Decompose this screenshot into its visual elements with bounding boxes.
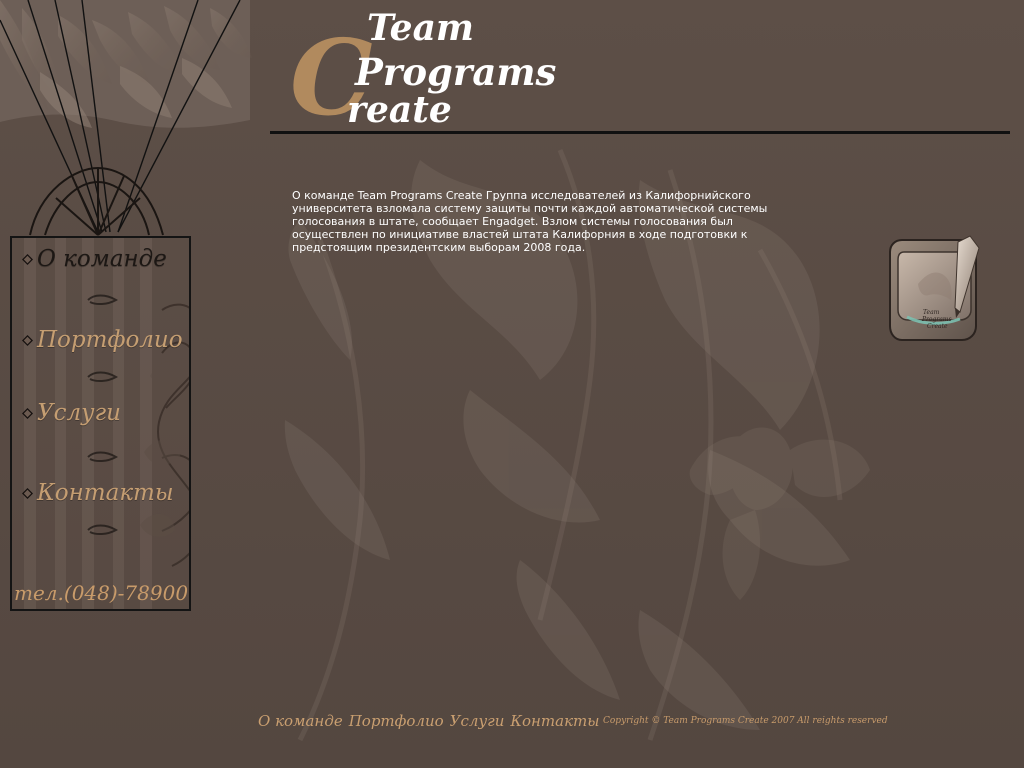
diamond-bullet-icon <box>22 488 33 499</box>
logo-team-text: Team <box>367 7 474 49</box>
sidebar-item-label: Контакты <box>37 480 174 506</box>
header-divider <box>270 131 1010 134</box>
phone-number: тел.(048)-7890000 <box>14 581 189 605</box>
footer-link-portfolio[interactable]: Портфолио <box>349 712 444 730</box>
sidebar-item-label: О команде <box>37 246 167 272</box>
menu-divider-icon <box>87 524 118 536</box>
logo-programs-text: Programs <box>355 50 557 94</box>
sidebar-item-label: Портфолио <box>37 327 183 353</box>
menu-divider-icon <box>87 294 118 306</box>
svg-text:Team: Team <box>923 309 940 316</box>
footer-link-services[interactable]: Услуги <box>450 712 505 730</box>
menu-divider-icon <box>87 371 118 383</box>
diamond-bullet-icon <box>22 408 33 419</box>
sidebar-item-about[interactable]: О команде <box>22 248 167 271</box>
copyright-text: Copyright © Team Programs Create 2007 Al… <box>603 716 888 726</box>
tablet-icon: Team Programs Create <box>889 235 980 341</box>
page: C Team Programs reate О команде Team Pro… <box>0 0 1024 768</box>
footer-navigation: О команде Портфолио Услуги Контакты <box>258 712 599 730</box>
site-logo[interactable]: C Team Programs reate <box>285 0 585 132</box>
intro-text: О команде Team Programs Create Группа ис… <box>292 189 768 254</box>
sidebar-item-services[interactable]: Услуги <box>22 402 121 425</box>
footer-link-about[interactable]: О команде <box>258 712 343 730</box>
menu-divider-icon <box>87 451 118 463</box>
sidebar-item-contacts[interactable]: Контакты <box>22 482 174 505</box>
sidebar-menu: О команде Портфолио Услуги Контакты тел.… <box>10 236 191 611</box>
svg-text:Create: Create <box>927 323 948 330</box>
logo-create-text: reate <box>347 89 452 131</box>
footer-link-contacts[interactable]: Контакты <box>510 712 599 730</box>
left-floral-decoration-icon <box>0 0 252 236</box>
sidebar-item-portfolio[interactable]: Портфолио <box>22 329 183 352</box>
svg-text:Programs: Programs <box>921 316 952 323</box>
diamond-bullet-icon <box>22 335 33 346</box>
sidebar-item-label: Услуги <box>37 400 121 426</box>
diamond-bullet-icon <box>22 254 33 265</box>
